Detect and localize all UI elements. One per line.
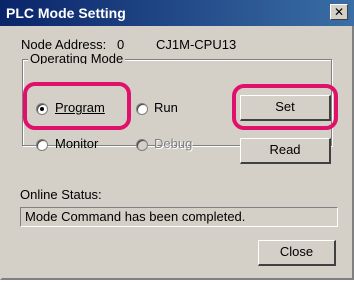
run-radio[interactable] [136,103,148,115]
window-title: PLC Mode Setting [6,5,126,21]
node-address-label: Node Address: [21,37,107,52]
plc-model: CJ1M-CPU13 [156,37,237,52]
program-radio[interactable] [36,103,48,115]
online-status-message: Mode Command has been completed. [20,207,338,227]
program-radio-label[interactable]: Program [55,100,105,115]
read-button[interactable]: Read [240,138,331,164]
monitor-radio-label[interactable]: Monitor [55,136,98,151]
operating-mode-group-title: Operating Mode [28,52,126,64]
debug-radio-label: Debug [154,136,193,151]
window-close-button[interactable]: ✕ [330,4,348,20]
set-button[interactable]: Set [240,95,331,121]
close-button[interactable]: Close [258,240,336,266]
radio-selected-dot [40,107,44,111]
debug-radio [136,139,148,151]
node-address-value: 0 [117,37,125,52]
online-status-label: Online Status: [20,187,102,202]
title-bar: PLC Mode Setting ✕ [0,0,354,26]
run-radio-label[interactable]: Run [154,100,178,115]
monitor-radio[interactable] [36,139,48,151]
